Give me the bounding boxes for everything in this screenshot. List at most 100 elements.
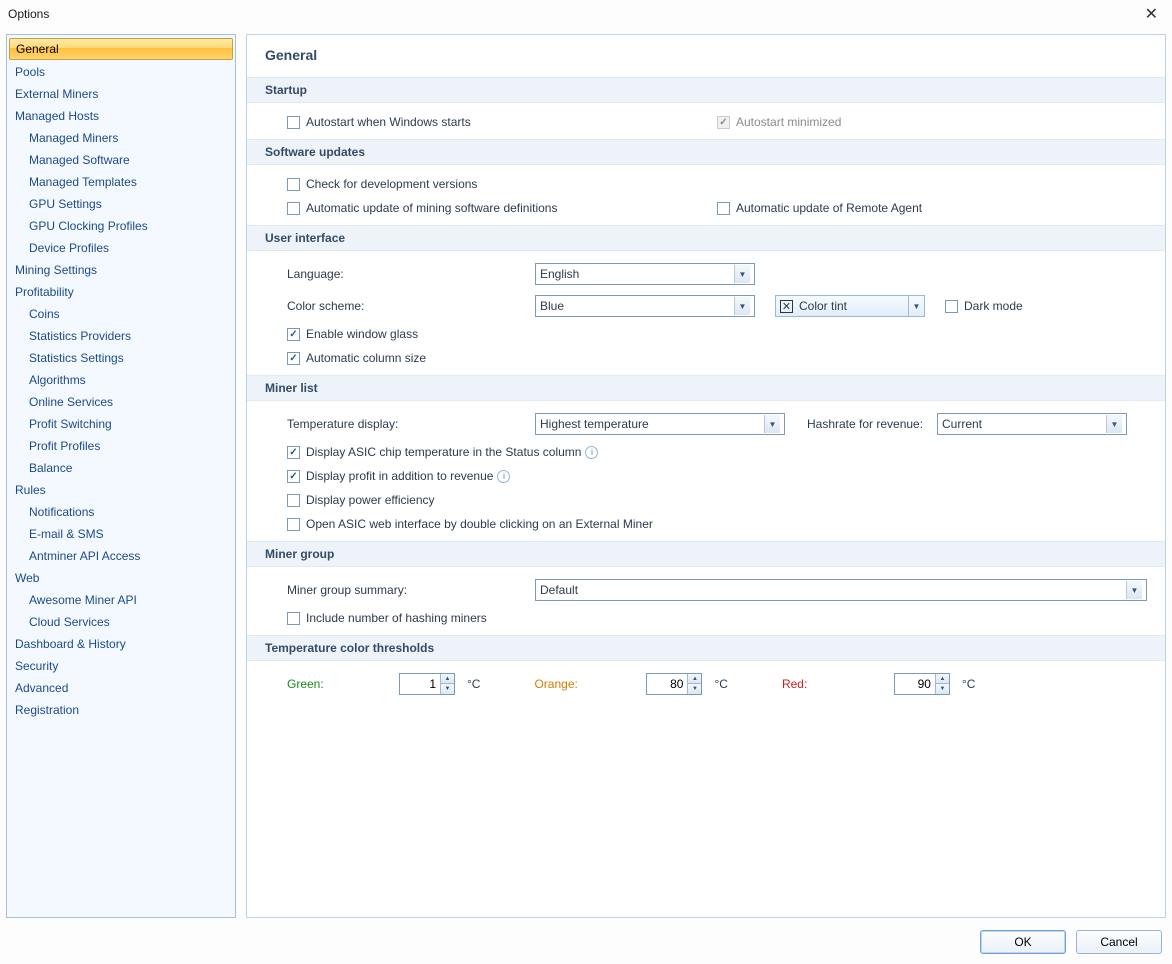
checkbox-open-asic-web[interactable]: Open ASIC web interface by double clicki… <box>287 517 653 531</box>
cancel-button[interactable]: Cancel <box>1076 930 1162 954</box>
sidebar-item[interactable]: Balance <box>7 457 235 479</box>
sidebar-item[interactable]: Managed Miners <box>7 127 235 149</box>
sidebar-item[interactable]: Coins <box>7 303 235 325</box>
color-scheme-select[interactable]: Blue ▼ <box>535 295 755 317</box>
sidebar-item[interactable]: Advanced <box>7 677 235 699</box>
hashrate-revenue-select[interactable]: Current ▼ <box>937 413 1127 435</box>
section-header-updates: Software updates <box>247 139 1165 165</box>
sidebar-item[interactable]: Security <box>7 655 235 677</box>
color-tint-swatch: ✕ <box>780 300 793 313</box>
checkbox-icon <box>287 202 300 215</box>
chevron-down-icon: ▼ <box>764 415 780 433</box>
sidebar-item[interactable]: Profitability <box>7 281 235 303</box>
checkbox-icon <box>287 494 300 507</box>
threshold-green-spinner[interactable]: ▲▼ <box>399 673 455 695</box>
threshold-orange-spinner[interactable]: ▲▼ <box>646 673 702 695</box>
checkbox-dark-mode[interactable]: Dark mode <box>945 299 1023 313</box>
checkbox-icon <box>287 518 300 531</box>
sidebar-item[interactable]: Awesome Miner API <box>7 589 235 611</box>
chevron-down-icon: ▼ <box>908 296 924 316</box>
spin-down-icon[interactable]: ▼ <box>440 684 454 694</box>
chevron-down-icon: ▼ <box>1126 581 1142 599</box>
unit-label: °C <box>962 677 975 691</box>
threshold-red-label: Red: <box>782 677 882 691</box>
color-tint-select[interactable]: ✕ Color tint ▼ <box>775 295 925 317</box>
language-select[interactable]: English ▼ <box>535 263 755 285</box>
checkbox-include-hashing-miners[interactable]: Include number of hashing miners <box>287 611 487 625</box>
ok-button[interactable]: OK <box>980 930 1066 954</box>
checkbox-icon <box>287 116 300 129</box>
sidebar-item[interactable]: Algorithms <box>7 369 235 391</box>
sidebar-item[interactable]: Profit Profiles <box>7 435 235 457</box>
sidebar-item[interactable]: Dashboard & History <box>7 633 235 655</box>
client-area: GeneralPoolsExternal MinersManaged Hosts… <box>0 28 1172 924</box>
miner-group-summary-label: Miner group summary: <box>287 583 535 597</box>
spin-up-icon[interactable]: ▲ <box>935 674 949 684</box>
checkbox-asic-chip-temp[interactable]: Display ASIC chip temperature in the Sta… <box>287 445 581 459</box>
checkbox-icon <box>287 446 300 459</box>
temperature-display-select[interactable]: Highest temperature ▼ <box>535 413 785 435</box>
spin-up-icon[interactable]: ▲ <box>440 674 454 684</box>
checkbox-update-remote-agent[interactable]: Automatic update of Remote Agent <box>717 201 922 215</box>
checkbox-icon <box>287 470 300 483</box>
chevron-down-icon: ▼ <box>734 265 750 283</box>
checkbox-icon <box>945 300 958 313</box>
sidebar-item[interactable]: External Miners <box>7 83 235 105</box>
sidebar-item[interactable]: GPU Clocking Profiles <box>7 215 235 237</box>
sidebar-item[interactable]: Mining Settings <box>7 259 235 281</box>
chevron-down-icon: ▼ <box>734 297 750 315</box>
sidebar-item[interactable]: Antminer API Access <box>7 545 235 567</box>
threshold-red-spinner[interactable]: ▲▼ <box>894 673 950 695</box>
checkbox-update-definitions[interactable]: Automatic update of mining software defi… <box>287 201 557 215</box>
checkbox-power-efficiency[interactable]: Display power efficiency <box>287 493 435 507</box>
spin-down-icon[interactable]: ▼ <box>935 684 949 694</box>
checkbox-dev-versions[interactable]: Check for development versions <box>287 177 477 191</box>
miner-group-summary-select[interactable]: Default ▼ <box>535 579 1147 601</box>
sidebar-item[interactable]: Cloud Services <box>7 611 235 633</box>
checkbox-icon <box>287 178 300 191</box>
window-title: Options <box>8 7 49 21</box>
unit-label: °C <box>714 677 727 691</box>
page-title: General <box>265 47 1147 63</box>
threshold-orange-input[interactable] <box>647 677 687 691</box>
sidebar-item[interactable]: GPU Settings <box>7 193 235 215</box>
sidebar-item[interactable]: Statistics Providers <box>7 325 235 347</box>
sidebar-item[interactable]: Registration <box>7 699 235 721</box>
spin-down-icon[interactable]: ▼ <box>687 684 701 694</box>
sidebar-item[interactable]: Statistics Settings <box>7 347 235 369</box>
dialog-footer: OK Cancel <box>0 924 1172 964</box>
checkbox-auto-column-size[interactable]: Automatic column size <box>287 351 426 365</box>
info-icon[interactable]: i <box>585 446 598 459</box>
sidebar-item[interactable]: Web <box>7 567 235 589</box>
sidebar-item[interactable]: Managed Templates <box>7 171 235 193</box>
section-header-miner-group: Miner group <box>247 541 1165 567</box>
sidebar-item[interactable]: Device Profiles <box>7 237 235 259</box>
checkbox-icon <box>287 612 300 625</box>
language-label: Language: <box>287 267 535 281</box>
sidebar-item[interactable]: Rules <box>7 479 235 501</box>
sidebar-item[interactable]: Notifications <box>7 501 235 523</box>
sidebar-item[interactable]: Managed Software <box>7 149 235 171</box>
temperature-display-label: Temperature display: <box>287 417 535 431</box>
color-scheme-label: Color scheme: <box>287 299 535 313</box>
sidebar-item[interactable]: Managed Hosts <box>7 105 235 127</box>
sidebar-item[interactable]: Online Services <box>7 391 235 413</box>
spin-up-icon[interactable]: ▲ <box>687 674 701 684</box>
checkbox-display-profit[interactable]: Display profit in addition to revenue <box>287 469 493 483</box>
checkbox-autostart-minimized: Autostart minimized <box>717 115 841 129</box>
chevron-down-icon: ▼ <box>1106 415 1122 433</box>
checkbox-autostart[interactable]: Autostart when Windows starts <box>287 115 471 129</box>
sidebar-item[interactable]: E-mail & SMS <box>7 523 235 545</box>
threshold-red-input[interactable] <box>895 677 935 691</box>
section-header-temp-thresholds: Temperature color thresholds <box>247 635 1165 661</box>
info-icon[interactable]: i <box>497 470 510 483</box>
checkbox-icon <box>287 328 300 341</box>
close-icon[interactable]: ✕ <box>1139 4 1164 24</box>
checkbox-window-glass[interactable]: Enable window glass <box>287 327 418 341</box>
section-header-ui: User interface <box>247 225 1165 251</box>
sidebar-item[interactable]: Pools <box>7 61 235 83</box>
sidebar-item[interactable]: General <box>9 38 233 60</box>
section-header-miner-list: Miner list <box>247 375 1165 401</box>
threshold-green-input[interactable] <box>400 677 440 691</box>
sidebar-item[interactable]: Profit Switching <box>7 413 235 435</box>
